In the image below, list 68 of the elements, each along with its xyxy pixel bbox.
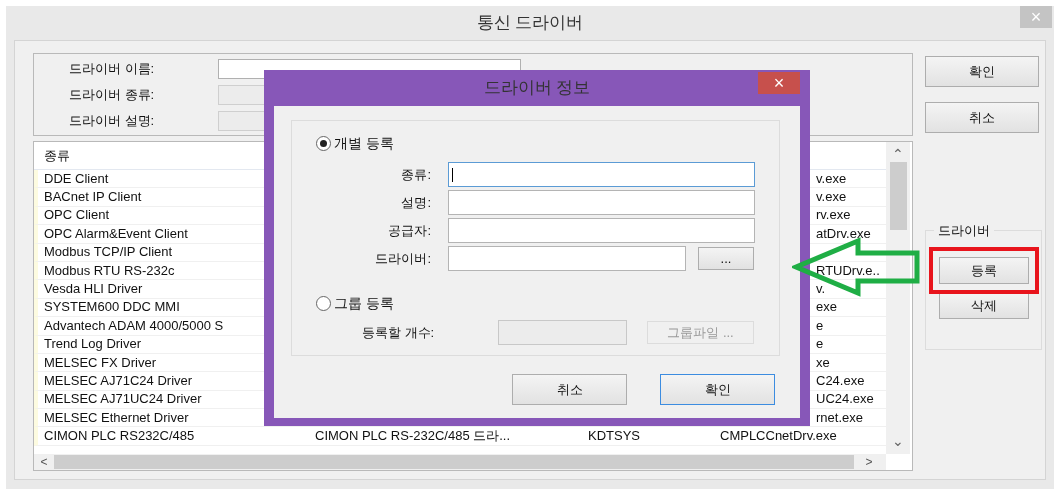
table-cell: RTUDrv.e.. [816, 262, 880, 278]
radio-label[interactable]: 그룹 등록 [334, 293, 394, 314]
table-cell: v. [816, 281, 826, 297]
table-cell: CMPLCCnetDrv.exe [720, 428, 837, 444]
table-cell: KDTSYS [588, 428, 640, 444]
table-cell: MELSEC FX Driver [44, 354, 156, 370]
table-cell: Trend Log Driver [44, 336, 142, 352]
vertical-scrollbar[interactable]: ⌃ ⌄ [886, 142, 910, 454]
table-cell: DDE Client [44, 170, 109, 186]
input-field[interactable] [448, 218, 755, 243]
dialog-button[interactable]: 취소 [512, 374, 627, 405]
scroll-thumb[interactable] [54, 455, 854, 469]
table-cell: OPC Client [44, 207, 110, 223]
table-cell: OPC Alarm&Event Client [44, 225, 188, 241]
table-cell: exe [816, 299, 837, 315]
table-cell: CIMON PLC RS232C/485 [44, 428, 195, 444]
table-cell: C24.exe [816, 373, 865, 388]
table-cell: BACnet IP Client [44, 189, 142, 205]
scroll-thumb[interactable] [889, 162, 907, 230]
table-cell: CIMON PLC RS-232C/485 드라... [315, 428, 511, 444]
table-cell: v.exe [816, 170, 847, 186]
table-cell: rnet.exe [816, 409, 863, 425]
input-field[interactable] [448, 162, 755, 187]
table-cell: v.exe [816, 189, 847, 205]
close-button[interactable]: × [758, 72, 800, 94]
table-cell: Modbus RTU RS-232c [44, 262, 175, 278]
column-header: 종류 [43, 146, 70, 165]
scroll-right-button[interactable]: > [854, 453, 884, 471]
table-cell: UC24.exe [816, 391, 874, 407]
field-label: 설명: [400, 193, 432, 212]
table-cell: Advantech ADAM 4000/5000 S [44, 317, 224, 333]
field-label: 드라이버 종류: [68, 86, 156, 105]
scroll-down-button[interactable]: ⌄ [892, 434, 904, 454]
radio-label[interactable]: 개별 등록 [334, 133, 394, 154]
radio-button[interactable] [316, 296, 331, 311]
radio-button[interactable] [316, 136, 331, 151]
dialog-title: 드라이버 정보 [483, 77, 591, 100]
field-label: 공급자: [387, 221, 432, 240]
field-label: 드라이버: [374, 249, 432, 268]
field-label: 종류: [400, 165, 432, 184]
input-field[interactable] [448, 246, 686, 271]
table-cell: MELSEC Ethernet Driver [44, 409, 189, 425]
table-cell: e [816, 317, 824, 333]
dialog-button[interactable]: 등록 [938, 257, 1029, 284]
field-label: 등록할 개수: [361, 323, 436, 342]
text-cursor [452, 167, 453, 182]
arrow-icon [792, 237, 920, 297]
table-cell: Modbus TCP/IP Client [44, 244, 173, 260]
dialog-button[interactable]: 취소 [925, 102, 1039, 133]
table-cell: e [816, 336, 824, 352]
dialog-button[interactable]: 삭제 [938, 292, 1029, 319]
dialog-button[interactable]: 확인 [660, 374, 775, 405]
scroll-left-button[interactable]: < [34, 453, 54, 471]
table-cell: rv.exe [816, 207, 851, 223]
browse-button[interactable]: ... [698, 247, 754, 270]
table-cell: xe [816, 354, 830, 370]
table-cell: Vesda HLI Driver [44, 281, 143, 297]
input-field[interactable] [448, 190, 755, 215]
field-label: 드라이버 이름: [68, 60, 156, 79]
window-title: 통신 드라이버 [476, 12, 584, 35]
table-cell: MELSEC AJ71UC24 Driver [44, 391, 202, 407]
table-cell: MELSEC AJ71C24 Driver [44, 373, 193, 388]
table-cell: atDrv.exe [816, 225, 871, 241]
table-cell: SYSTEM600 DDC MMI [44, 299, 180, 315]
scroll-up-button[interactable]: ⌃ [892, 142, 904, 162]
dialog-button[interactable]: 확인 [925, 56, 1039, 87]
field-label: 드라이버 설명: [68, 112, 156, 131]
horizontal-scrollbar[interactable]: < > [34, 454, 886, 470]
